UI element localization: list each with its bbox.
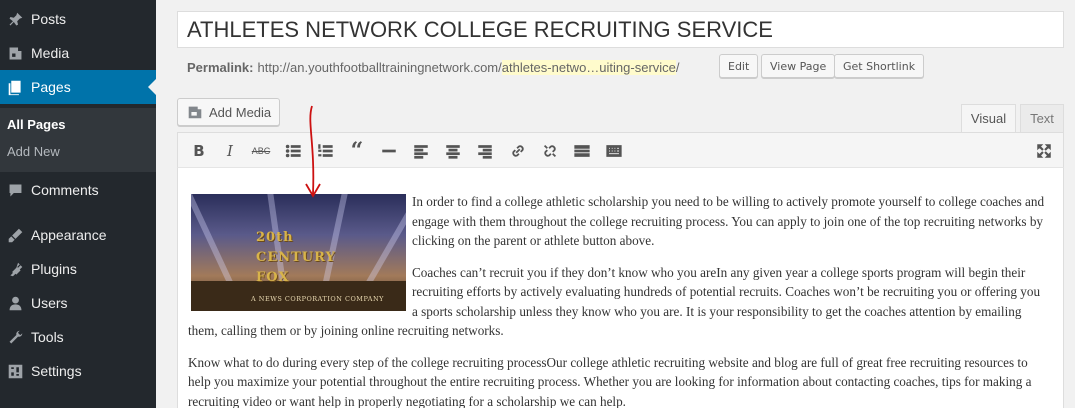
tab-visual[interactable]: Visual [961,104,1016,132]
permalink-label: Permalink: [187,59,254,75]
sidebar-item-appearance[interactable]: Appearance [0,218,156,252]
sidebar-item-label: Plugins [31,261,77,277]
image-logo-subtext: A NEWS CORPORATION COMPANY [251,295,384,303]
view-page-button[interactable]: View Page [761,54,836,78]
permalink-tail: / [675,59,680,75]
sidebar-item-tools[interactable]: Tools [0,320,156,354]
permalink-buttons: Edit [719,54,759,78]
shortlink-wrap: Get Shortlink [834,54,925,78]
submenu-all-pages[interactable]: All Pages [7,117,66,132]
users-icon [5,293,25,313]
media-icon [5,43,25,63]
fullscreen-icon[interactable] [1033,140,1055,162]
pages-submenu: All Pages Add New [0,108,156,172]
sidebar-item-settings[interactable]: Settings [0,354,156,388]
permalink-slug[interactable]: athletes-netwo…uiting-service [501,59,676,75]
align-left-icon[interactable] [410,140,432,162]
sidebar-item-label: Settings [31,363,82,379]
edit-permalink-button[interactable]: Edit [719,54,759,78]
plugins-icon [5,259,25,279]
strikethrough-icon[interactable]: ABC [250,140,272,162]
align-right-icon[interactable] [474,140,496,162]
sidebar-item-plugins[interactable]: Plugins [0,252,156,286]
sidebar-item-posts[interactable]: Posts [0,2,156,36]
unlink-icon[interactable] [539,140,561,162]
sidebar-item-label: Pages [31,79,71,95]
sidebar-item-comments[interactable]: Comments [0,173,156,207]
appearance-icon [5,225,25,245]
pin-icon [5,9,25,29]
admin-sidebar: Posts Media Pages All Pages Add New Comm… [0,0,156,408]
image-logo-text: 20th CENTURY FOX [256,230,336,285]
sidebar-item-media[interactable]: Media [0,36,156,70]
toolbar-toggle-icon[interactable] [603,140,625,162]
settings-icon [5,361,25,381]
blockquote-icon[interactable]: “ [346,138,368,164]
tab-text[interactable]: Text [1020,104,1064,132]
paragraph-3: Know what to do during every step of the… [188,354,1032,408]
sidebar-item-label: Appearance [31,227,107,243]
italic-icon[interactable]: I [219,140,241,162]
tools-icon [5,327,25,347]
get-shortlink-button[interactable]: Get Shortlink [834,54,925,78]
align-center-icon[interactable] [442,140,464,162]
sidebar-item-label: Users [31,295,68,311]
sidebar-item-users[interactable]: Users [0,286,156,320]
submenu-add-new[interactable]: Add New [7,144,60,159]
sidebar-item-label: Tools [31,329,64,345]
pages-icon [5,77,25,97]
annotation-arrow-icon [305,105,321,198]
horizontal-line-icon[interactable] [378,140,400,162]
bold-icon[interactable]: B [188,140,210,162]
embedded-fox-image[interactable]: 20th CENTURY FOX A NEWS CORPORATION COMP… [191,194,406,311]
sidebar-item-pages[interactable]: Pages [0,70,156,104]
sidebar-item-label: Media [31,45,70,61]
add-media-label: Add Media [209,104,272,120]
permalink-row: Permalink: http://an.youthfootballtraini… [187,56,680,78]
add-media-button[interactable]: Add Media [177,98,281,126]
read-more-icon[interactable] [571,140,593,162]
comments-icon [5,180,25,200]
editor-content[interactable]: 20th CENTURY FOX A NEWS CORPORATION COMP… [177,168,1064,408]
sidebar-item-label: Comments [31,182,99,198]
add-media-icon [188,106,202,119]
permalink-base[interactable]: http://an.youthfootballtrainingnetwork.c… [257,60,501,75]
page-title-field[interactable]: ATHLETES NETWORK COLLEGE RECRUITING SERV… [177,11,1064,48]
sidebar-item-label: Posts [31,11,67,27]
view-page-wrap: View Page [761,54,836,78]
link-icon[interactable] [507,140,529,162]
